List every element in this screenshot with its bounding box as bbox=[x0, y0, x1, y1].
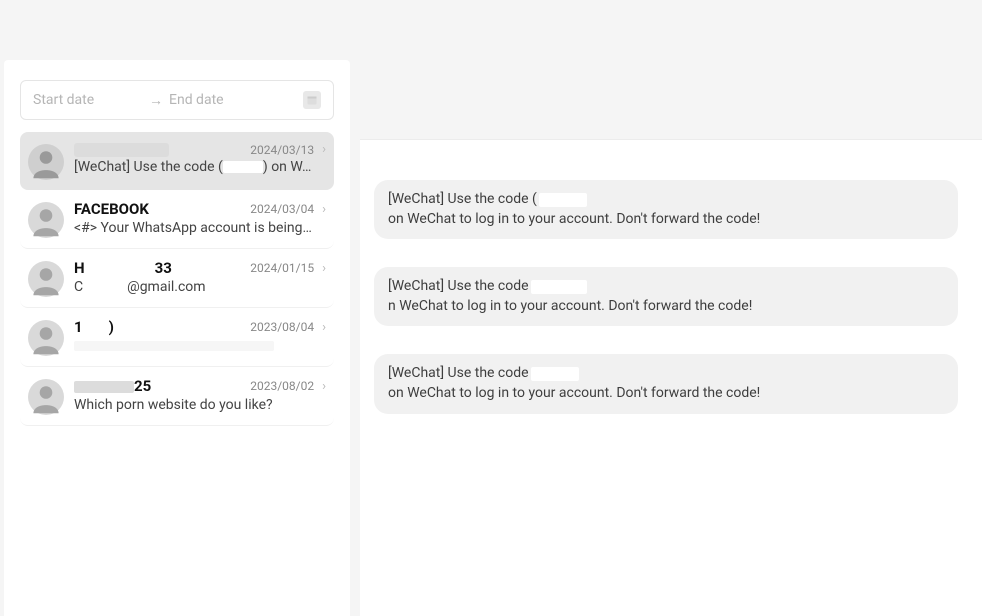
conversation-date: 2024/01/15 bbox=[250, 261, 314, 275]
avatar bbox=[28, 379, 64, 415]
redacted-code bbox=[531, 367, 579, 381]
chevron-right-icon: › bbox=[322, 320, 326, 335]
message-bubble: [WeChat] Use the code on WeChat to log i… bbox=[374, 354, 958, 413]
conversation-body: FACEBOOK 2024/03/04 › <#> Your WhatsApp … bbox=[74, 200, 326, 236]
app-root: → 2024/03/13 › [WeChat] bbox=[0, 0, 982, 616]
redacted-segment bbox=[83, 322, 109, 334]
avatar bbox=[28, 144, 64, 180]
calendar-icon bbox=[303, 91, 321, 109]
conversation-preview: <#> Your WhatsApp account is being r… bbox=[74, 220, 314, 236]
avatar bbox=[28, 261, 64, 297]
message-row: [WeChat] Use the code on WeChat to log i… bbox=[374, 354, 958, 413]
arrow-right-icon: → bbox=[149, 92, 163, 109]
conversation-date: 2024/03/04 bbox=[250, 202, 314, 216]
conversation-date: 2023/08/04 bbox=[250, 320, 314, 334]
message-text-suffix: on WeChat to log in to your account. Don… bbox=[388, 210, 760, 230]
date-range-picker[interactable]: → bbox=[20, 80, 334, 120]
conversation-preview: C@gmail.com bbox=[74, 279, 314, 295]
conversation-body: 2024/03/13 › [WeChat] Use the code () on… bbox=[74, 142, 326, 175]
redacted-segment bbox=[74, 381, 134, 393]
chevron-right-icon: › bbox=[322, 202, 326, 217]
message-list: [WeChat] Use the code ( on WeChat to log… bbox=[360, 140, 982, 434]
message-text-prefix: [WeChat] Use the code bbox=[388, 277, 529, 297]
main-panel: [WeChat] Use the code ( on WeChat to log… bbox=[360, 60, 982, 616]
conversation-item[interactable]: H33 2024/01/15 › C@gmail.com bbox=[20, 249, 334, 308]
conversation-item[interactable]: 25 2023/08/02 › Which porn website do yo… bbox=[20, 367, 334, 426]
conversation-preview-redacted bbox=[74, 338, 314, 354]
message-text-suffix: n WeChat to log in to your account. Don'… bbox=[388, 297, 752, 317]
avatar bbox=[28, 320, 64, 356]
chevron-right-icon: › bbox=[322, 261, 326, 276]
redacted-segment bbox=[223, 161, 263, 173]
conversation-title: 1) bbox=[74, 318, 114, 336]
message-bubble: [WeChat] Use the code n WeChat to log in… bbox=[374, 267, 958, 326]
message-bubble: [WeChat] Use the code ( on WeChat to log… bbox=[374, 180, 958, 239]
conversation-body: 25 2023/08/02 › Which porn website do yo… bbox=[74, 377, 326, 413]
redacted-code bbox=[539, 193, 587, 207]
message-text-prefix: [WeChat] Use the code bbox=[388, 364, 529, 384]
redacted-segment bbox=[74, 341, 274, 351]
message-text-suffix: on WeChat to log in to your account. Don… bbox=[388, 384, 760, 404]
conversation-title: H33 bbox=[74, 259, 172, 277]
chevron-right-icon: › bbox=[322, 379, 326, 394]
avatar bbox=[28, 202, 64, 238]
conversation-date: 2023/08/02 bbox=[250, 379, 314, 393]
chevron-right-icon: › bbox=[322, 142, 326, 157]
message-row: [WeChat] Use the code n WeChat to log in… bbox=[374, 267, 958, 326]
redacted-segment bbox=[85, 263, 155, 275]
conversation-preview: [WeChat] Use the code () on W… bbox=[74, 159, 314, 175]
conversation-body: 1) 2023/08/04 › bbox=[74, 318, 326, 354]
message-row: [WeChat] Use the code ( on WeChat to log… bbox=[374, 180, 958, 239]
conversation-title: 25 bbox=[74, 377, 151, 395]
conversation-preview: Which porn website do you like? bbox=[74, 397, 314, 413]
conversation-item[interactable]: FACEBOOK 2024/03/04 › <#> Your WhatsApp … bbox=[20, 190, 334, 249]
conversation-body: H33 2024/01/15 › C@gmail.com bbox=[74, 259, 326, 295]
conversation-list: 2024/03/13 › [WeChat] Use the code () on… bbox=[20, 132, 334, 426]
start-date-input[interactable] bbox=[33, 92, 143, 108]
end-date-input[interactable] bbox=[169, 92, 279, 108]
conversation-title-redacted bbox=[74, 143, 169, 157]
conversation-item[interactable]: 2024/03/13 › [WeChat] Use the code () on… bbox=[20, 132, 334, 190]
message-text-prefix: [WeChat] Use the code ( bbox=[388, 190, 537, 210]
conversation-date: 2024/03/13 bbox=[250, 143, 314, 157]
conversation-title: FACEBOOK bbox=[74, 200, 149, 218]
redacted-code bbox=[531, 280, 587, 294]
sidebar: → 2024/03/13 › [WeChat] bbox=[4, 60, 350, 616]
redacted-segment bbox=[83, 281, 127, 293]
conversation-item[interactable]: 1) 2023/08/04 › bbox=[20, 308, 334, 367]
main-header bbox=[360, 60, 982, 140]
